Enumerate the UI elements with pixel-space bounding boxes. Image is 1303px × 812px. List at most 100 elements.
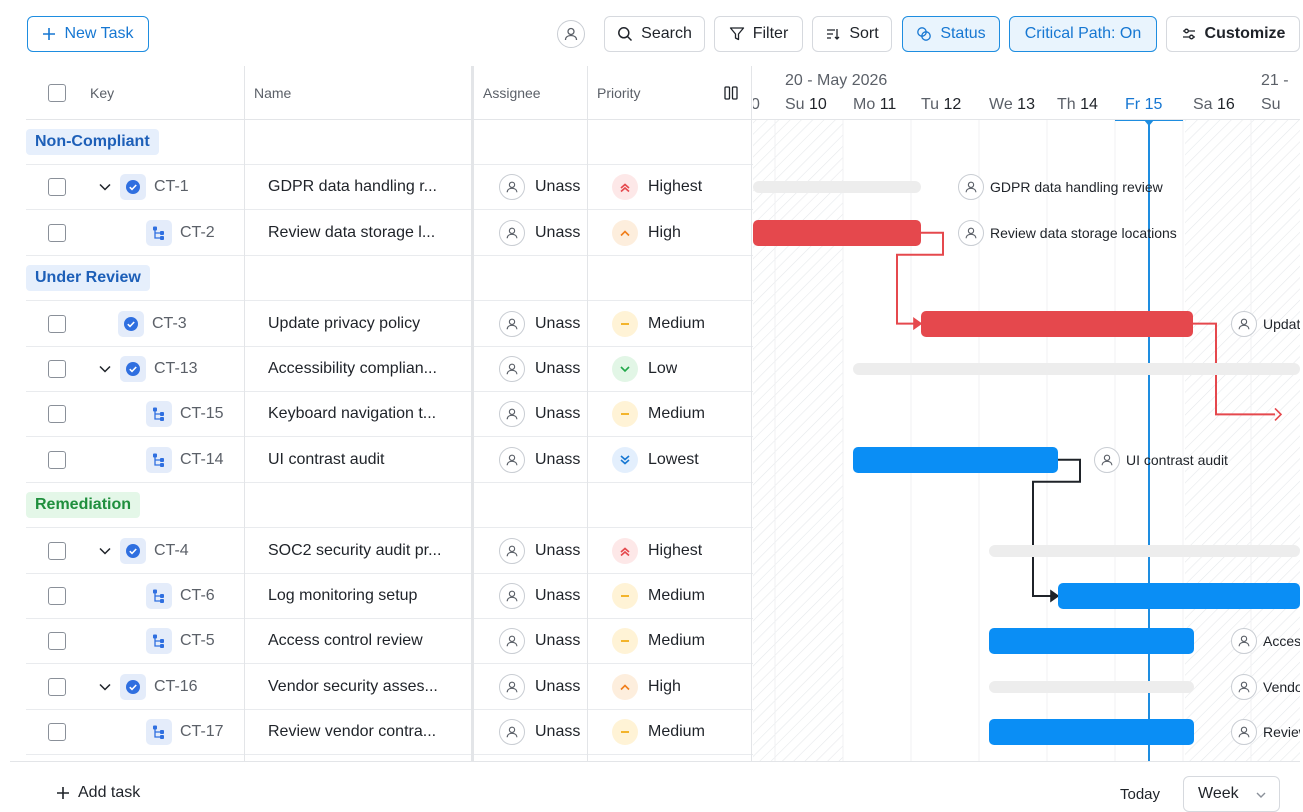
priority-cell[interactable]: Highest [612,165,702,209]
select-all-checkbox[interactable] [48,84,66,102]
task-name[interactable]: Accessibility complian... [268,347,458,391]
priority-cell[interactable]: Highest [612,529,702,573]
assignee-cell[interactable]: Unass [499,574,580,618]
priority-cell[interactable]: Medium [612,574,705,618]
column-header-assignee[interactable]: Assignee [483,66,541,120]
assignee-cell[interactable]: Unass [499,438,580,482]
priority-cell[interactable]: Medium [612,392,705,436]
task-name[interactable]: UI contrast audit [268,438,458,482]
search-button[interactable]: Search [604,16,705,52]
row-checkbox[interactable] [48,314,66,333]
priority-cell[interactable]: Lowest [612,438,699,482]
table-row[interactable]: CT-4 SOC2 security audit pr... Unass Hig… [26,529,753,574]
columns-toggle[interactable] [724,66,738,120]
row-checkbox[interactable] [48,360,66,378]
priority-cell[interactable]: High [612,665,681,709]
group-header[interactable]: Remediation [26,483,753,529]
row-checkbox[interactable] [48,178,66,197]
critical-path-toggle[interactable]: Critical Path: On [1009,16,1157,52]
task-key[interactable]: CT-6 [180,587,215,605]
customize-button[interactable]: Customize [1166,16,1300,52]
priority-cell[interactable]: Medium [612,710,705,754]
task-key[interactable]: CT-1 [154,178,189,196]
row-checkbox[interactable] [48,405,66,424]
column-header-key[interactable]: Key [90,66,114,120]
task-name[interactable]: GDPR data handling r... [268,165,458,209]
assignee-cell[interactable]: Unass [499,302,580,346]
priority-cell[interactable]: High [612,211,681,255]
assignee-cell[interactable]: Unass [499,710,580,754]
task-bar[interactable] [921,310,1193,337]
table-row[interactable]: CT-1 GDPR data handling r... Unass Highe… [26,165,753,211]
table-row[interactable]: CT-14 UI contrast audit Unass Lowest [26,438,753,483]
task-bar[interactable] [989,719,1194,746]
task-key[interactable]: CT-16 [154,678,198,696]
chevron-down-icon[interactable] [98,680,112,694]
task-bar[interactable] [753,219,921,246]
group-header[interactable]: Under Review [26,256,753,302]
expand-toggle[interactable] [98,180,112,194]
summary-bar[interactable] [753,181,921,194]
task-name[interactable]: Review vendor contra... [268,710,458,754]
column-header-priority[interactable]: Priority [597,66,641,120]
expand-toggle[interactable] [98,544,112,558]
row-checkbox[interactable] [48,450,66,469]
priority-cell[interactable]: Low [612,347,677,391]
task-key[interactable]: CT-14 [180,451,224,469]
zoom-select[interactable]: Week [1183,776,1280,812]
task-key[interactable]: CT-15 [180,405,224,423]
add-task-button[interactable]: Add task [56,784,140,802]
assignee-cell[interactable]: Unass [499,665,580,709]
task-name[interactable]: Update privacy policy [268,302,458,346]
assignee-cell[interactable]: Unass [499,347,580,391]
priority-cell[interactable]: Medium [612,302,705,346]
table-row[interactable]: CT-6 Log monitoring setup Unass Medium [26,574,753,619]
chevron-down-icon[interactable] [98,544,112,558]
assignee-cell[interactable]: Unass [499,165,580,209]
expand-toggle[interactable] [98,362,112,376]
summary-bar[interactable] [989,680,1194,693]
summary-bar[interactable] [989,544,1300,557]
chevron-down-icon[interactable] [98,180,112,194]
task-name[interactable]: Log monitoring setup [268,574,458,618]
task-name[interactable]: Vendor security asses... [268,665,458,709]
task-bar[interactable] [989,628,1194,655]
task-key[interactable]: CT-3 [152,315,187,333]
table-row[interactable]: CT-16 Vendor security asses... Unass Hig… [26,665,753,710]
table-row[interactable]: CT-13 Accessibility complian... Unass Lo… [26,347,753,392]
task-bar[interactable] [853,446,1058,473]
filter-button[interactable]: Filter [714,16,803,52]
row-checkbox[interactable] [48,223,66,242]
today-button[interactable]: Today [1120,786,1160,803]
task-bar[interactable] [1058,583,1300,609]
status-button[interactable]: Status [902,16,1000,52]
task-key[interactable]: CT-2 [180,224,215,242]
task-key[interactable]: CT-4 [154,542,189,560]
new-task-button[interactable]: New Task [27,16,149,52]
table-row[interactable]: CT-3 Update privacy policy Unass Medium [26,302,753,347]
expand-toggle[interactable] [98,680,112,694]
row-checkbox[interactable] [48,587,66,605]
table-row[interactable]: CT-15 Keyboard navigation t... Unass Med… [26,392,753,438]
row-checkbox[interactable] [48,723,66,742]
row-checkbox[interactable] [48,677,66,696]
group-header[interactable]: Non-Compliant [26,120,753,165]
task-name[interactable]: Access control review [268,619,458,663]
row-checkbox[interactable] [48,541,66,560]
task-name[interactable]: Review data storage l... [268,211,458,255]
sort-button[interactable]: Sort [812,16,892,52]
chevron-down-icon[interactable] [98,362,112,376]
summary-bar[interactable] [853,363,1300,375]
task-key[interactable]: CT-17 [180,723,224,741]
task-name[interactable]: SOC2 security audit pr... [268,529,458,573]
task-name[interactable]: Keyboard navigation t... [268,392,458,436]
user-filter-avatar[interactable] [557,20,585,48]
table-row[interactable]: CT-17 Review vendor contra... Unass Medi… [26,710,753,756]
task-key[interactable]: CT-13 [154,360,198,378]
column-header-name[interactable]: Name [254,66,291,120]
assignee-cell[interactable]: Unass [499,392,580,436]
assignee-cell[interactable]: Unass [499,529,580,573]
row-checkbox[interactable] [48,632,66,651]
priority-cell[interactable]: Medium [612,619,705,663]
table-row[interactable]: CT-5 Access control review Unass Medium [26,619,753,665]
